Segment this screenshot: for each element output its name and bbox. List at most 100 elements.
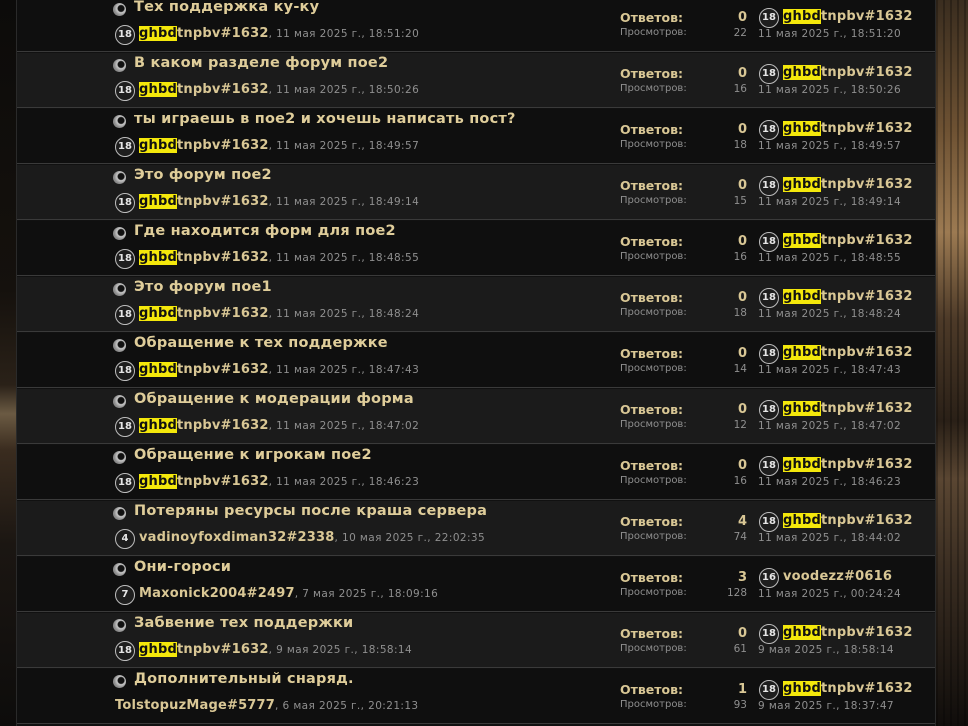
- last-poster-link[interactable]: ghbdtnpbv#1632: [783, 289, 913, 304]
- topic-title-link[interactable]: ты играешь в пое2 и хочешь написать пост…: [134, 111, 516, 127]
- last-post-date-link[interactable]: 11 мая 2025 г., 18:51:20: [758, 28, 901, 40]
- last-poster-link[interactable]: ghbdtnpbv#1632: [783, 457, 913, 472]
- answers-count: 0: [737, 66, 747, 81]
- author-avatar[interactable]: 18: [115, 137, 135, 157]
- last-poster-link[interactable]: ghbdtnpbv#1632: [783, 681, 913, 696]
- topic-date: , 11 мая 2025 г., 18:49:14: [268, 196, 420, 208]
- last-poster-name: tnpbv#1632: [820, 65, 913, 80]
- last-post-date-link[interactable]: 11 мая 2025 г., 18:46:23: [758, 476, 901, 488]
- last-poster-avatar[interactable]: 18: [759, 680, 779, 700]
- last-post-date-link[interactable]: 11 мая 2025 г., 18:50:26: [758, 84, 901, 96]
- author-name-link[interactable]: Maxonick2004#2497: [139, 586, 295, 601]
- author-name-link[interactable]: ghbdtnpbv#1632: [139, 642, 269, 657]
- topic-title-link[interactable]: Потеряны ресурсы после краша сервера: [134, 503, 487, 519]
- author-avatar[interactable]: 4: [115, 529, 135, 549]
- last-poster-link[interactable]: ghbdtnpbv#1632: [783, 233, 913, 248]
- last-post-date-link[interactable]: 9 мая 2025 г., 18:58:14: [758, 644, 894, 656]
- last-poster-avatar[interactable]: 18: [759, 8, 779, 28]
- author-name-link[interactable]: ghbdtnpbv#1632: [139, 250, 269, 265]
- author-name-link[interactable]: ghbdtnpbv#1632: [139, 474, 269, 489]
- author-name-link[interactable]: vadinoyfoxdiman32#2338: [139, 530, 335, 545]
- last-post-date-link[interactable]: 11 мая 2025 г., 18:44:02: [758, 532, 901, 544]
- last-poster-link[interactable]: ghbdtnpbv#1632: [783, 9, 913, 24]
- topic-status-icon: [113, 563, 126, 576]
- topic-title-link[interactable]: Обращение к игрокам пое2: [134, 447, 372, 463]
- topic-row: Где находится форм для пое2 18 ghbdtnpbv#1…: [17, 221, 935, 276]
- last-poster-avatar[interactable]: 18: [759, 64, 779, 84]
- topic-title-link[interactable]: Это форум пое1: [134, 279, 272, 295]
- last-poster-avatar[interactable]: 18: [759, 456, 779, 476]
- answers-label: Ответов:: [620, 178, 684, 193]
- author-name-text: tnpbv#1632: [176, 418, 269, 433]
- views-label: Просмотров:: [620, 83, 687, 94]
- last-poster-avatar[interactable]: 18: [759, 400, 779, 420]
- topic-title-link[interactable]: Обращение к модерации форма: [134, 391, 414, 407]
- topic-title-link[interactable]: Это форум пое2: [134, 167, 272, 183]
- topic-title-link[interactable]: Дополнительный снаряд.: [134, 671, 354, 687]
- last-poster-avatar[interactable]: 18: [759, 288, 779, 308]
- last-poster-avatar[interactable]: 18: [759, 232, 779, 252]
- topic-author: ghbdtnpbv#1632, 11 мая 2025 г., 18:50:26: [139, 82, 419, 97]
- last-post-date-link[interactable]: 9 мая 2025 г., 18:37:47: [758, 700, 894, 712]
- author-avatar[interactable]: 18: [115, 25, 135, 45]
- last-post-date-link[interactable]: 11 мая 2025 г., 18:49:57: [758, 140, 901, 152]
- last-poster-link[interactable]: ghbdtnpbv#1632: [783, 513, 913, 528]
- author-name-link[interactable]: ghbdtnpbv#1632: [139, 138, 269, 153]
- author-avatar[interactable]: 18: [115, 193, 135, 213]
- author-name-link[interactable]: ghbdtnpbv#1632: [139, 194, 269, 209]
- author-avatar[interactable]: 18: [115, 249, 135, 269]
- author-avatar[interactable]: 18: [115, 81, 135, 101]
- views-label: Просмотров:: [620, 363, 687, 374]
- last-poster-link[interactable]: ghbdtnpbv#1632: [783, 625, 913, 640]
- last-poster-link[interactable]: ghbdtnpbv#1632: [783, 65, 913, 80]
- topic-title-link[interactable]: В каком разделе форум пое2: [134, 55, 388, 71]
- last-post-date-link[interactable]: 11 мая 2025 г., 18:48:55: [758, 252, 901, 264]
- last-poster-avatar[interactable]: 18: [759, 624, 779, 644]
- topic-title-link[interactable]: Где находится форм для пое2: [134, 223, 396, 239]
- views-count: 18: [733, 139, 747, 151]
- last-post-date-link[interactable]: 11 мая 2025 г., 18:49:14: [758, 196, 901, 208]
- search-highlight: ghbd: [783, 177, 821, 192]
- last-poster-avatar[interactable]: 18: [759, 120, 779, 140]
- views-label: Просмотров:: [620, 419, 687, 430]
- views-count: 61: [733, 643, 747, 655]
- topic-status-icon: [113, 507, 126, 520]
- last-poster-link[interactable]: ghbdtnpbv#1632: [783, 121, 913, 136]
- last-post-date-link[interactable]: 11 мая 2025 г., 18:47:02: [758, 420, 901, 432]
- last-poster-link[interactable]: ghbdtnpbv#1632: [783, 345, 913, 360]
- answers-count: 0: [737, 10, 747, 25]
- last-post-date-link[interactable]: 11 мая 2025 г., 18:48:24: [758, 308, 901, 320]
- last-poster-avatar[interactable]: 18: [759, 344, 779, 364]
- author-avatar[interactable]: 18: [115, 641, 135, 661]
- topic-title-link[interactable]: Обращение к тех поддержке: [134, 335, 388, 351]
- author-name-link[interactable]: ghbdtnpbv#1632: [139, 306, 269, 321]
- author-avatar[interactable]: 18: [115, 473, 135, 493]
- last-poster-link[interactable]: ghbdtnpbv#1632: [783, 177, 913, 192]
- author-name-link[interactable]: ghbdtnpbv#1632: [139, 82, 269, 97]
- last-post-date-link[interactable]: 11 мая 2025 г., 18:47:43: [758, 364, 901, 376]
- author-avatar[interactable]: 7: [115, 585, 135, 605]
- author-name-link[interactable]: ghbdtnpbv#1632: [139, 418, 269, 433]
- author-avatar[interactable]: 18: [115, 361, 135, 381]
- last-post-date-link[interactable]: 11 мая 2025 г., 00:24:24: [758, 588, 901, 600]
- author-avatar[interactable]: 18: [115, 417, 135, 437]
- author-avatar[interactable]: 18: [115, 305, 135, 325]
- topic-date: , 11 мая 2025 г., 18:46:23: [268, 476, 420, 488]
- author-name-link[interactable]: TolstopuzMage#5777: [115, 698, 275, 713]
- last-poster-link[interactable]: voodezz#0616: [783, 569, 892, 584]
- topic-author: ghbdtnpbv#1632, 11 мая 2025 г., 18:51:20: [139, 26, 419, 41]
- topic-date: , 11 мая 2025 г., 18:48:55: [268, 252, 420, 264]
- last-poster-link[interactable]: ghbdtnpbv#1632: [783, 401, 913, 416]
- topic-status-icon: [113, 283, 126, 296]
- topic-title-link[interactable]: Забвение тех поддержки: [134, 615, 353, 631]
- last-poster-avatar[interactable]: 18: [759, 512, 779, 532]
- author-name-link[interactable]: ghbdtnpbv#1632: [139, 362, 269, 377]
- last-poster-avatar[interactable]: 18: [759, 176, 779, 196]
- topic-title-link[interactable]: Они-гороси: [134, 559, 231, 575]
- views-label: Просмотров:: [620, 139, 687, 150]
- last-poster-avatar[interactable]: 16: [759, 568, 779, 588]
- views-count: 16: [733, 475, 747, 487]
- topic-date: , 9 мая 2025 г., 18:58:14: [268, 644, 413, 656]
- topic-title-link[interactable]: Тех поддержка ку-ку: [134, 0, 319, 15]
- author-name-link[interactable]: ghbdtnpbv#1632: [139, 26, 269, 41]
